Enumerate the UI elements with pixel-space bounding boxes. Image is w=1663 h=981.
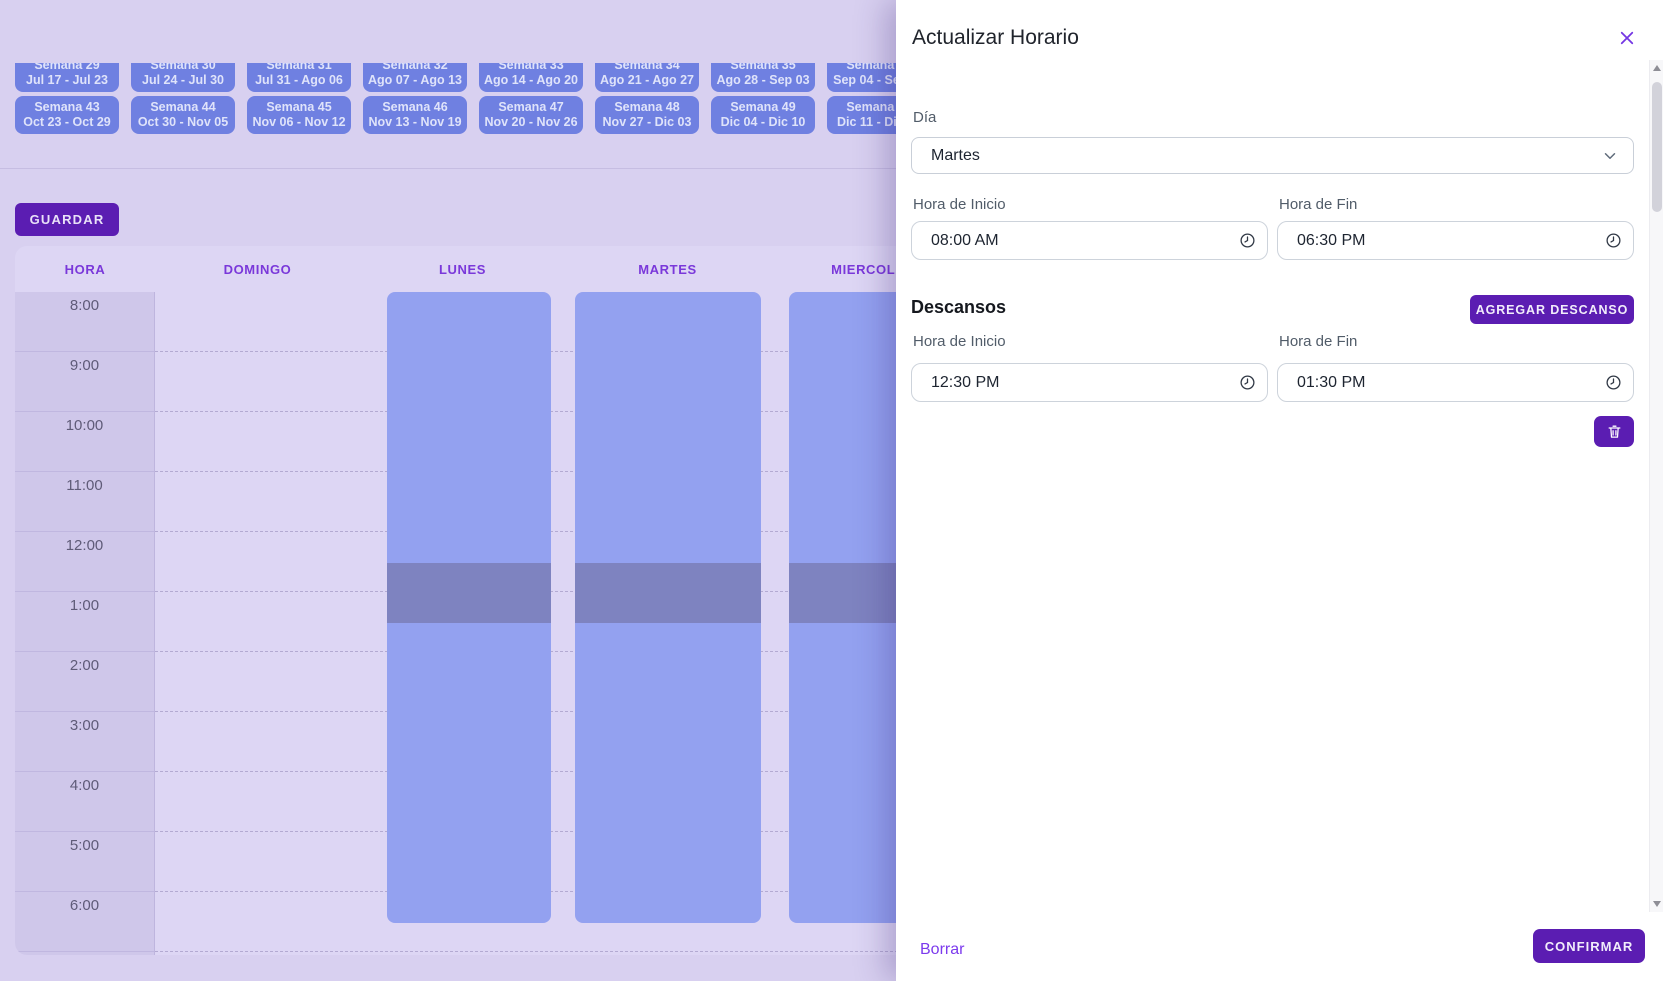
week-button[interactable]: Semana 44 Oct 30 - Nov 05 xyxy=(131,96,235,134)
event-block-lunes[interactable] xyxy=(387,292,551,923)
break-fin-value: 01:30 PM xyxy=(1297,374,1605,392)
drawer-title: Actualizar Horario xyxy=(912,26,1079,50)
scrollbar-down-arrow[interactable] xyxy=(1650,896,1663,912)
week-button[interactable]: Semana 48 Nov 27 - Dic 03 xyxy=(595,96,699,134)
time-label: 9:00 xyxy=(15,352,154,412)
week-button-title: Semana 29 xyxy=(34,63,99,73)
dia-select-value: Martes xyxy=(931,147,1601,165)
week-button-dates: Oct 23 - Oct 29 xyxy=(23,115,111,130)
time-column: 8:00 9:00 10:00 11:00 12:00 1:00 2:00 3:… xyxy=(15,292,155,955)
week-button-dates: Dic 04 - Dic 10 xyxy=(721,115,806,130)
time-label: 11:00 xyxy=(15,472,154,532)
week-button[interactable]: Semana 33 Ago 14 - Ago 20 xyxy=(479,63,583,92)
week-button-title: Semana 45 xyxy=(266,100,331,115)
week-button-title: Semana 43 xyxy=(34,100,99,115)
week-button-title: Semana 44 xyxy=(150,100,215,115)
week-button-dates: Ago 14 - Ago 20 xyxy=(484,73,578,88)
scrollbar-thumb[interactable] xyxy=(1652,82,1662,212)
week-button-title: Semana 46 xyxy=(382,100,447,115)
trash-icon xyxy=(1606,423,1623,440)
close-button[interactable] xyxy=(1612,23,1642,53)
schedule-page: Semana 29 Jul 17 - Jul 23 Semana 30 Jul … xyxy=(0,0,1663,981)
hora-inicio-label: Hora de Inicio xyxy=(913,196,1006,213)
hora-inicio-input[interactable]: 08:00 AM xyxy=(911,221,1268,260)
delete-break-button[interactable] xyxy=(1594,416,1634,447)
time-label: 3:00 xyxy=(15,712,154,772)
dia-select[interactable]: Martes xyxy=(911,137,1634,174)
time-label: 1:00 xyxy=(15,592,154,652)
week-button-title: Semana 31 xyxy=(266,63,331,73)
break-fin-input[interactable]: 01:30 PM xyxy=(1277,363,1634,402)
week-button-dates: Oct 30 - Nov 05 xyxy=(138,115,228,130)
column-header-lunes: LUNES xyxy=(360,262,565,277)
break-inicio-input[interactable]: 12:30 PM xyxy=(911,363,1268,402)
week-button[interactable]: Semana 30 Jul 24 - Jul 30 xyxy=(131,63,235,92)
break-inicio-label: Hora de Inicio xyxy=(913,333,1006,350)
break-block-lunes[interactable] xyxy=(387,563,551,623)
time-label: 5:00 xyxy=(15,832,154,892)
week-button[interactable]: Semana 49 Dic 04 - Dic 10 xyxy=(711,96,815,134)
column-header-martes: MARTES xyxy=(565,262,770,277)
week-button-dates: Jul 17 - Jul 23 xyxy=(26,73,108,88)
week-button[interactable]: Semana 45 Nov 06 - Nov 12 xyxy=(247,96,351,134)
week-button-title: Semana 47 xyxy=(498,100,563,115)
week-button-title: Semana 30 xyxy=(150,63,215,73)
week-button-dates: Jul 31 - Ago 06 xyxy=(255,73,343,88)
week-button[interactable]: Semana 31 Jul 31 - Ago 06 xyxy=(247,63,351,92)
week-button-dates: Nov 06 - Nov 12 xyxy=(252,115,345,130)
time-label: 6:00 xyxy=(15,892,154,952)
break-block-martes[interactable] xyxy=(575,563,761,623)
week-button-dates: Ago 28 - Sep 03 xyxy=(716,73,809,88)
week-button[interactable]: Semana 43 Oct 23 - Oct 29 xyxy=(15,96,119,134)
break-inicio-value: 12:30 PM xyxy=(931,374,1239,392)
hora-fin-label: Hora de Fin xyxy=(1279,196,1357,213)
week-button-title: Semana 48 xyxy=(614,100,679,115)
week-button[interactable]: Semana 29 Jul 17 - Jul 23 xyxy=(15,63,119,92)
close-icon xyxy=(1618,29,1636,47)
hora-fin-value: 06:30 PM xyxy=(1297,232,1605,250)
drawer-scrollbar[interactable] xyxy=(1649,60,1663,912)
week-button-title: Semana 35 xyxy=(730,63,795,73)
week-button-dates: Nov 27 - Dic 03 xyxy=(603,115,692,130)
borrar-link[interactable]: Borrar xyxy=(920,941,964,959)
hora-inicio-value: 08:00 AM xyxy=(931,232,1239,250)
descansos-heading: Descansos xyxy=(911,297,1006,318)
time-label: 2:00 xyxy=(15,652,154,712)
time-label: 4:00 xyxy=(15,772,154,832)
clock-icon[interactable] xyxy=(1605,232,1622,249)
week-button-dates: Nov 20 - Nov 26 xyxy=(484,115,577,130)
column-header-domingo: DOMINGO xyxy=(155,262,360,277)
break-fin-label: Hora de Fin xyxy=(1279,333,1357,350)
week-button[interactable]: Semana 47 Nov 20 - Nov 26 xyxy=(479,96,583,134)
week-button-dates: Jul 24 - Jul 30 xyxy=(142,73,224,88)
hora-fin-input[interactable]: 06:30 PM xyxy=(1277,221,1634,260)
time-label: 10:00 xyxy=(15,412,154,472)
week-button[interactable]: Semana 34 Ago 21 - Ago 27 xyxy=(595,63,699,92)
week-button-title: Semana 33 xyxy=(498,63,563,73)
time-label: 8:00 xyxy=(15,292,154,352)
week-button-dates: Ago 07 - Ago 13 xyxy=(368,73,462,88)
time-label: 12:00 xyxy=(15,532,154,592)
clock-icon[interactable] xyxy=(1239,232,1256,249)
save-button[interactable]: GUARDAR xyxy=(15,203,119,236)
add-break-button[interactable]: AGREGAR DESCANSO xyxy=(1470,295,1634,324)
week-button-title: Semana 32 xyxy=(382,63,447,73)
week-button-title: Semana 34 xyxy=(614,63,679,73)
clock-icon[interactable] xyxy=(1605,374,1622,391)
week-button[interactable]: Semana 32 Ago 07 - Ago 13 xyxy=(363,63,467,92)
week-button-dates: Nov 13 - Nov 19 xyxy=(368,115,461,130)
scrollbar-up-arrow[interactable] xyxy=(1650,60,1663,76)
chevron-down-icon xyxy=(1601,147,1619,165)
update-schedule-drawer: Actualizar Horario Día Martes Hora de In… xyxy=(896,0,1663,981)
column-header-hora: HORA xyxy=(15,262,155,277)
week-button[interactable]: Semana 46 Nov 13 - Nov 19 xyxy=(363,96,467,134)
event-block-martes[interactable] xyxy=(575,292,761,923)
week-button-dates: Ago 21 - Ago 27 xyxy=(600,73,694,88)
confirm-button[interactable]: CONFIRMAR xyxy=(1533,929,1645,963)
week-button-title: Semana 49 xyxy=(730,100,795,115)
week-button[interactable]: Semana 35 Ago 28 - Sep 03 xyxy=(711,63,815,92)
dia-label: Día xyxy=(913,109,936,126)
clock-icon[interactable] xyxy=(1239,374,1256,391)
